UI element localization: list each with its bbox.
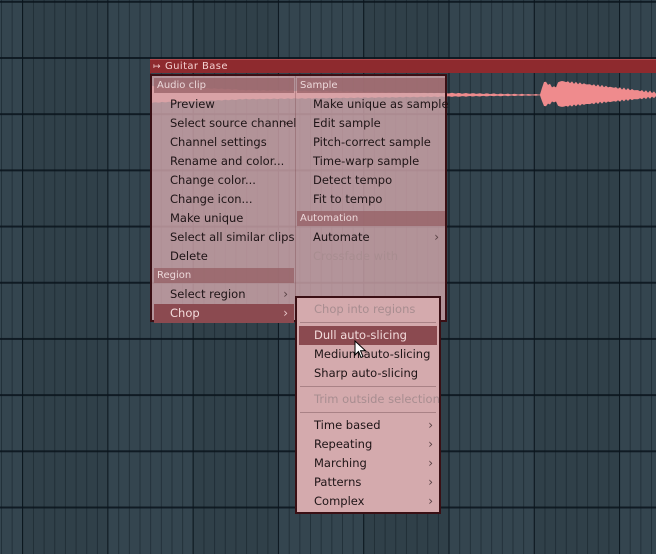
menu-item-preview[interactable]: Preview <box>154 95 294 114</box>
menu-item-label: Select region <box>170 287 246 301</box>
menu-column-right: Sample Make unique as sample Edit sample Pi… <box>297 76 449 266</box>
menu-item-label: Medium auto-slicing <box>314 347 431 361</box>
menu-item-label: Fit to tempo <box>313 192 383 206</box>
menu-item-label: Sharp auto-slicing <box>314 366 419 380</box>
menu-item-edit-sample[interactable]: Edit sample <box>297 114 445 133</box>
menu-item-label: Make unique as sample <box>313 97 449 111</box>
clip-name: Guitar Base <box>165 61 228 72</box>
menu-separator <box>300 412 436 413</box>
menu-item-label: Channel settings <box>170 135 267 149</box>
menu-item-label: Time based <box>314 418 381 432</box>
chevron-right-icon: › <box>283 306 288 320</box>
chevron-right-icon: › <box>428 475 433 489</box>
menu-item-time-based[interactable]: Time based › <box>297 416 439 435</box>
audio-clip-header[interactable]: ↦ Guitar Base <box>150 59 656 73</box>
menu-item-crossfade-with: Crossfade with <box>297 247 445 266</box>
menu-separator <box>300 322 436 323</box>
chop-submenu: Chop into regions Dull auto-slicing Medium… <box>295 296 441 514</box>
menu-column-divider <box>295 76 296 320</box>
menu-item-label: Detect tempo <box>313 173 393 187</box>
menu-item-time-warp-sample[interactable]: Time-warp sample <box>297 152 445 171</box>
menu-item-repeating[interactable]: Repeating › <box>297 435 439 454</box>
chevron-right-icon: › <box>434 230 439 244</box>
menu-item-fit-to-tempo[interactable]: Fit to tempo <box>297 190 445 209</box>
menu-separator <box>300 386 436 387</box>
menu-item-make-unique-as-sample[interactable]: Make unique as sample <box>297 95 449 114</box>
menu-item-trim-outside-selection: Trim outside selection <box>297 390 440 409</box>
menu-item-rename-and-color[interactable]: Rename and color... <box>154 152 294 171</box>
menu-item-chop-into-regions: Chop into regions <box>297 300 439 319</box>
menu-item-sharp-auto-slicing[interactable]: Sharp auto-slicing <box>297 364 439 383</box>
menu-item-channel-settings[interactable]: Channel settings <box>154 133 294 152</box>
menu-item-label: Chop into regions <box>314 302 416 316</box>
menu-item-select-region[interactable]: Select region › <box>154 285 294 304</box>
menu-item-label: Delete <box>170 249 208 263</box>
menu-section-region: Region <box>154 268 294 283</box>
menu-item-label: Chop <box>170 306 200 320</box>
menu-item-label: Trim outside selection <box>314 392 440 406</box>
menu-item-change-icon[interactable]: Change icon... <box>154 190 294 209</box>
menu-item-label: Patterns <box>314 475 362 489</box>
menu-item-label: Preview <box>170 97 215 111</box>
menu-item-change-color[interactable]: Change color... <box>154 171 294 190</box>
menu-item-label: Marching <box>314 456 367 470</box>
menu-item-pitch-correct-sample[interactable]: Pitch-correct sample <box>297 133 445 152</box>
menu-item-label: Rename and color... <box>170 154 285 168</box>
menu-column-left: Audio clip Preview Select source channel › C… <box>154 76 297 323</box>
menu-item-dull-auto-slicing[interactable]: Dull auto-slicing <box>299 326 437 345</box>
menu-item-label: Make unique <box>170 211 244 225</box>
chevron-right-icon: › <box>428 418 433 432</box>
menu-item-make-unique[interactable]: Make unique <box>154 209 294 228</box>
chevron-right-icon: › <box>428 456 433 470</box>
menu-section-audio-clip: Audio clip <box>154 78 294 93</box>
menu-item-automate[interactable]: Automate › <box>297 228 445 247</box>
menu-item-label: Change color... <box>170 173 256 187</box>
menu-section-automation: Automation <box>297 211 445 226</box>
mouse-pointer-icon <box>354 340 367 359</box>
chevron-right-icon: › <box>428 494 433 508</box>
chevron-right-icon: › <box>428 437 433 451</box>
menu-section-sample: Sample <box>297 78 445 93</box>
menu-item-select-all-similar-clips[interactable]: Select all similar clips <box>154 228 294 247</box>
menu-item-label: Time-warp sample <box>313 154 420 168</box>
menu-item-chop[interactable]: Chop › <box>154 304 294 323</box>
menu-item-select-source-channel[interactable]: Select source channel › <box>154 114 297 133</box>
audio-clip-icon: ↦ <box>153 62 161 72</box>
menu-item-label: Repeating <box>314 437 373 451</box>
clip-context-menu: Audio clip Preview Select source channel › C… <box>150 74 449 323</box>
menu-item-label: Complex <box>314 494 365 508</box>
menu-item-medium-auto-slicing[interactable]: Medium auto-slicing <box>297 345 439 364</box>
menu-item-complex[interactable]: Complex › <box>297 492 439 511</box>
menu-item-label: Select source channel <box>170 116 297 130</box>
menu-item-label: Edit sample <box>313 116 381 130</box>
menu-item-label: Automate <box>313 230 370 244</box>
menu-item-patterns[interactable]: Patterns › <box>297 473 439 492</box>
menu-item-label: Pitch-correct sample <box>313 135 431 149</box>
menu-item-marching[interactable]: Marching › <box>297 454 439 473</box>
chevron-right-icon: › <box>283 116 288 130</box>
menu-item-label: Select all similar clips <box>170 230 295 244</box>
chevron-right-icon: › <box>283 287 288 301</box>
menu-item-label: Crossfade with <box>313 249 399 263</box>
menu-item-detect-tempo[interactable]: Detect tempo <box>297 171 445 190</box>
menu-item-delete[interactable]: Delete <box>154 247 294 266</box>
menu-item-label: Change icon... <box>170 192 253 206</box>
